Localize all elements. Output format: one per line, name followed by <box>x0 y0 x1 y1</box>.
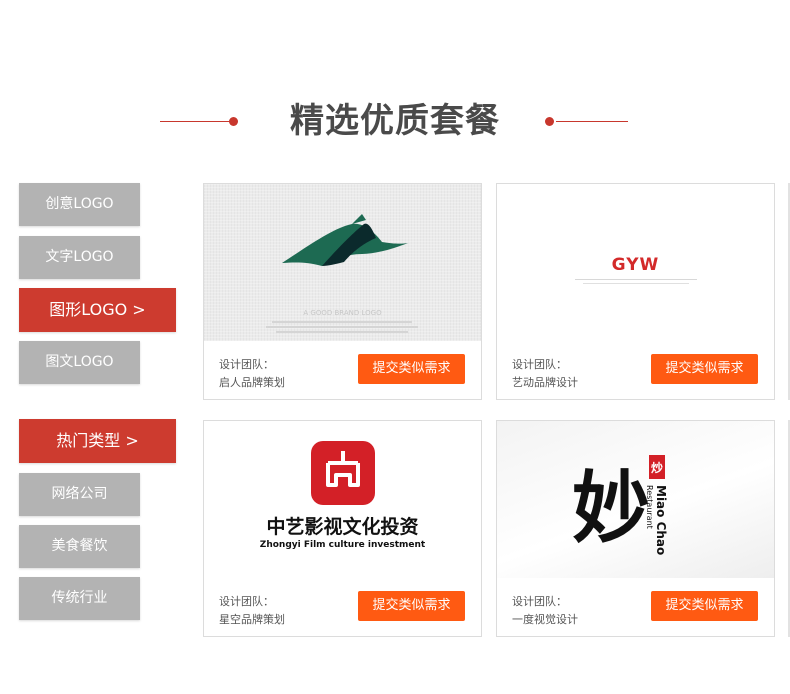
film-logo-icon: 中艺影视文化投资 Zhongyi Film culture investment <box>260 441 426 550</box>
submit-similar-request-button[interactable]: 提交类似需求 <box>358 354 465 384</box>
logo-caption: A GOOD BRAND LOGO <box>303 309 382 317</box>
team-name: 一度视觉设计 <box>512 613 578 626</box>
filter-text-logo[interactable]: 文字LOGO <box>19 236 140 279</box>
logo-calligraphy-glyph: 妙 <box>572 463 650 554</box>
hot-types-header[interactable]: 热门类型 > <box>19 419 176 463</box>
package-card[interactable]: A GOOD BRAND LOGO 设计团队： 启人品牌策划 提交类似需求 <box>203 183 482 400</box>
filter-traditional-industry[interactable]: 传统行业 <box>19 577 140 620</box>
team-label: 设计团队： <box>219 358 274 371</box>
logo-preview[interactable]: A GOOD BRAND LOGO <box>204 184 481 341</box>
logo-english-name: Miao Chao <box>654 485 668 555</box>
filter-internet-company[interactable]: 网络公司 <box>19 473 140 516</box>
package-card[interactable]: 中艺影视文化投资 Zhongyi Film culture investment… <box>203 420 482 637</box>
header-divider-right <box>556 121 628 122</box>
submit-similar-request-button[interactable]: 提交类似需求 <box>651 591 758 621</box>
filter-graphic-logo[interactable]: 图形LOGO > <box>19 288 176 332</box>
header-divider-left <box>160 121 230 122</box>
submit-similar-request-button[interactable]: 提交类似需求 <box>651 354 758 384</box>
team-name: 艺动品牌设计 <box>512 376 578 389</box>
team-label: 设计团队： <box>219 595 274 608</box>
header-dot-left <box>229 117 238 126</box>
section-header: 精选优质套餐 <box>0 96 790 146</box>
logo-preview[interactable]: 妙 炒 Miao Chao Restaurant <box>497 421 774 578</box>
logo-preview[interactable]: GYW <box>497 184 774 341</box>
filter-image-text-logo[interactable]: 图文LOGO <box>19 341 140 384</box>
package-card[interactable]: GYW 设计团队： 艺动品牌设计 提交类似需求 <box>496 183 775 400</box>
wordmark-logo-icon: GYW <box>575 255 697 284</box>
logo-seal: 炒 <box>651 461 663 475</box>
logo-english-name: Zhongyi Film culture investment <box>260 540 426 550</box>
mountain-logo-icon: A GOOD BRAND LOGO <box>266 214 418 333</box>
package-card[interactable]: 妙 炒 Miao Chao Restaurant 设计团队： 一度视觉设计 提交… <box>496 420 775 637</box>
team-name: 启人品牌策划 <box>219 376 285 389</box>
logo-english-subtitle: Restaurant <box>645 485 654 529</box>
team-label: 设计团队： <box>512 595 567 608</box>
filter-food-dining[interactable]: 美食餐饮 <box>19 525 140 568</box>
logo-chinese-name: 中艺影视文化投资 <box>266 515 418 538</box>
submit-similar-request-button[interactable]: 提交类似需求 <box>358 591 465 621</box>
filter-creative-logo[interactable]: 创意LOGO <box>19 183 140 226</box>
section-title: 精选优质套餐 <box>290 101 500 141</box>
calligraphy-logo-icon: 妙 炒 Miao Chao Restaurant <box>572 455 668 555</box>
team-label: 设计团队： <box>512 358 567 371</box>
logo-wordmark: GYW <box>612 255 660 275</box>
header-dot-right <box>545 117 554 126</box>
team-name: 星空品牌策划 <box>219 613 285 626</box>
logo-preview[interactable]: 中艺影视文化投资 Zhongyi Film culture investment <box>204 421 481 578</box>
